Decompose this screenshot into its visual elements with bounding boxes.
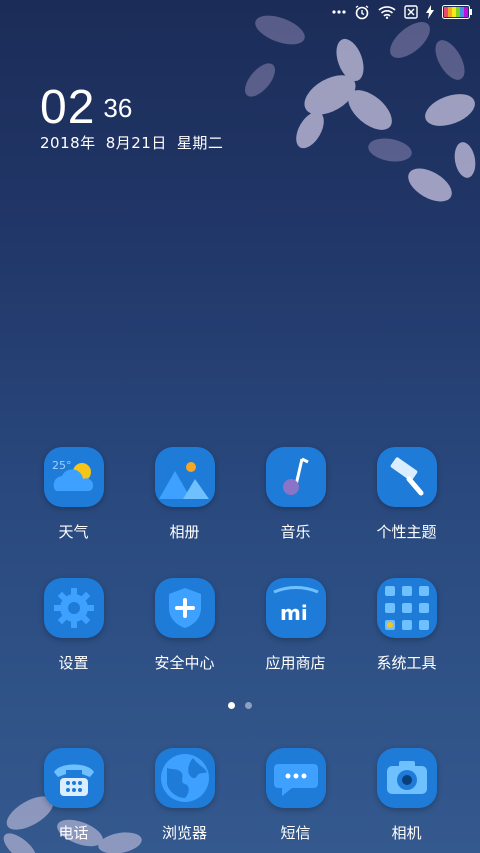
app-label: 音乐	[280, 523, 311, 541]
app-label: 安全中心	[154, 654, 215, 672]
app-camera[interactable]: 相机	[357, 748, 457, 843]
app-label: 系统工具	[376, 654, 437, 672]
app-grid-row-1: 25° 天气 相册 音乐 个性主题	[0, 447, 480, 542]
app-label: 浏览器	[161, 824, 207, 842]
app-label: 天气	[58, 523, 89, 541]
battery-icon	[442, 5, 472, 19]
clock-minute: 36	[103, 93, 133, 123]
app-store[interactable]: mi 应用商店	[246, 578, 346, 673]
date-weekday: 星期二	[176, 134, 224, 152]
app-gallery[interactable]: 相册	[135, 447, 235, 542]
status-bar	[0, 0, 480, 28]
music-icon	[265, 447, 326, 507]
settings-icon	[43, 578, 104, 638]
lock-clock[interactable]: 02 36	[40, 84, 132, 132]
app-label: 个性主题	[376, 523, 437, 541]
page-dot-1[interactable]	[228, 702, 235, 709]
more-dots-icon	[332, 10, 346, 14]
app-messages[interactable]: 短信	[246, 748, 346, 843]
no-sim-icon	[404, 5, 418, 19]
app-system-tools[interactable]: 系统工具	[357, 578, 457, 673]
app-label: 设置	[58, 654, 89, 672]
alarm-icon	[355, 5, 369, 20]
clock-hour: 02	[40, 81, 96, 134]
date-day: 8月21日	[105, 134, 167, 152]
svg-text:mi: mi	[280, 601, 308, 625]
wallpaper-leaves	[245, 15, 476, 202]
messages-icon	[265, 748, 326, 808]
security-icon	[154, 578, 215, 638]
page-indicator[interactable]	[0, 702, 480, 709]
app-themes[interactable]: 个性主题	[357, 447, 457, 542]
app-store-icon: mi	[265, 578, 326, 638]
app-security[interactable]: 安全中心	[135, 578, 235, 673]
camera-icon	[376, 748, 437, 808]
weather-icon: 25°	[43, 447, 104, 507]
system-tools-folder-icon	[376, 578, 437, 638]
app-phone[interactable]: 电话	[24, 748, 124, 843]
page-dot-2[interactable]	[245, 702, 252, 709]
app-label: 电话	[58, 824, 89, 842]
dock: 电话 浏览器 短信 相机	[0, 748, 480, 843]
app-label: 相机	[391, 824, 422, 842]
wifi-icon	[378, 6, 396, 19]
app-label: 应用商店	[265, 654, 326, 672]
app-grid-row-2: 设置 安全中心 mi 应用商店 系统工具	[0, 578, 480, 673]
app-label: 相册	[169, 523, 200, 541]
app-label: 短信	[280, 824, 311, 842]
app-weather[interactable]: 25° 天气	[24, 447, 124, 542]
app-music[interactable]: 音乐	[246, 447, 346, 542]
date-year: 2018年	[40, 134, 96, 152]
app-browser[interactable]: 浏览器	[135, 748, 235, 843]
themes-icon	[376, 447, 437, 507]
phone-icon	[43, 748, 104, 808]
date-line: 2018年 8月21日 星期二	[40, 132, 233, 153]
browser-icon	[154, 748, 215, 808]
app-settings[interactable]: 设置	[24, 578, 124, 673]
charging-icon	[426, 5, 434, 19]
gallery-icon	[154, 447, 215, 507]
